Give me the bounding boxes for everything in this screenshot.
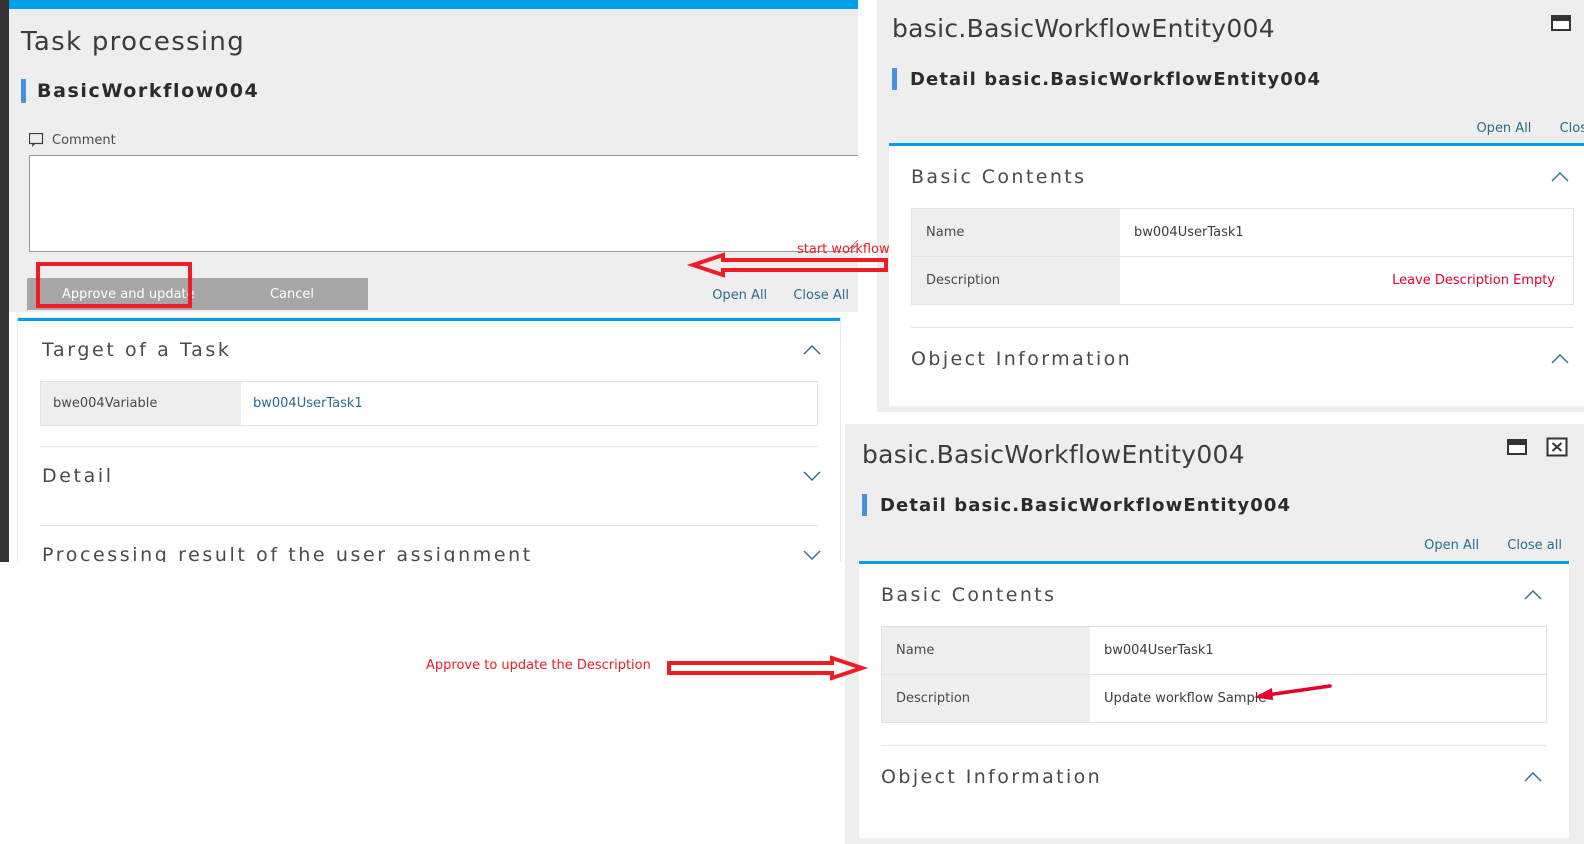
left-rail (0, 0, 9, 562)
section-title: Target of a Task (42, 339, 232, 361)
dialog-subtitle: Detail basic.BasicWorkflowEntity004 (910, 68, 1322, 90)
workflow-name: BasicWorkflow004 (37, 80, 260, 102)
open-all-link[interactable]: Open All (1424, 538, 1479, 553)
chevron-up-icon[interactable] (1550, 353, 1570, 365)
table-row: Description Update workflow Sample (881, 675, 1547, 723)
comment-input[interactable] (30, 156, 858, 251)
row-value[interactable]: bw004UserTask1 (241, 382, 817, 425)
detail-dialog-top: basic.BasicWorkflowEntity004 Detail basi… (877, 0, 1584, 412)
task-expand-links: Open All Close All (9, 288, 849, 303)
dialog-sections-card: Basic Contents Name bw004UserTask1 Descr… (889, 143, 1584, 406)
row-key: Description (912, 257, 1120, 304)
section-header-processing-result[interactable]: Processing result of the user assignment (18, 526, 840, 562)
detail-dialog-bottom: basic.BasicWorkflowEntity004 Detail basi… (845, 424, 1584, 844)
dialog-subtitle-block: Detail basic.BasicWorkflowEntity004 (892, 68, 1321, 90)
dialog-expand-links: Open All Clos (1452, 121, 1584, 136)
top-accent-bar (9, 0, 858, 9)
section-header-detail[interactable]: Detail (18, 447, 840, 505)
row-key: Description (882, 675, 1090, 722)
open-all-link[interactable]: Open All (1476, 121, 1531, 136)
page-title: Task processing (21, 27, 245, 57)
section-header-object-information[interactable]: Object Information (889, 328, 1584, 390)
section-title: Object Information (911, 348, 1133, 370)
close-all-link[interactable]: Close All (793, 288, 849, 303)
block-arrow-left-icon (686, 252, 888, 278)
close-all-link[interactable]: Clos (1560, 121, 1584, 136)
row-key: Name (882, 627, 1090, 674)
row-key: Name (912, 209, 1120, 256)
dialog-title: basic.BasicWorkflowEntity004 (862, 440, 1245, 469)
speech-bubble-icon (29, 133, 44, 147)
annotation-approve-update-label: Approve to update the Description (426, 658, 651, 673)
row-value[interactable]: bw004UserTask1 (1090, 627, 1546, 674)
section-header-basic-contents[interactable]: Basic Contents (889, 146, 1584, 208)
section-title: Basic Contents (911, 166, 1087, 188)
screenshot-root: Task processing BasicWorkflow004 Comment (0, 0, 1584, 844)
section-title: Detail (42, 465, 114, 487)
chevron-up-icon[interactable] (802, 344, 822, 356)
restore-window-icon[interactable] (1550, 13, 1572, 33)
section-header-object-information[interactable]: Object Information (859, 746, 1569, 808)
description-empty-note: Leave Description Empty (1392, 273, 1555, 288)
section-header-basic-contents[interactable]: Basic Contents (859, 564, 1569, 626)
dialog-expand-links: Open All Close all (1400, 538, 1562, 553)
chevron-down-icon[interactable] (802, 549, 822, 561)
table-row: bwe004Variable bw004UserTask1 (40, 381, 818, 426)
restore-window-icon[interactable] (1506, 437, 1528, 457)
accent-bar (862, 494, 867, 516)
open-all-link[interactable]: Open All (712, 288, 767, 303)
chevron-up-icon[interactable] (1550, 171, 1570, 183)
comment-label: Comment (52, 133, 116, 148)
table-row: Description Leave Description Empty (911, 257, 1574, 305)
section-title: Object Information (881, 766, 1103, 788)
task-sections-card: Target of a Task bwe004Variable bw004Use… (18, 318, 840, 562)
section-header-target-of-a-task[interactable]: Target of a Task (18, 321, 840, 379)
section-title: Processing result of the user assignment (42, 544, 533, 562)
table-row: Name bw004UserTask1 (911, 208, 1574, 257)
dialog-subtitle: Detail basic.BasicWorkflowEntity004 (880, 494, 1292, 516)
workflow-name-block: BasicWorkflow004 (21, 79, 259, 103)
chevron-up-icon[interactable] (1523, 589, 1543, 601)
chevron-down-icon[interactable] (802, 470, 822, 482)
thin-arrow-left-icon (1254, 684, 1332, 700)
section-title: Basic Contents (881, 584, 1057, 606)
row-value[interactable]: Leave Description Empty (1120, 257, 1573, 304)
dialog-sections-card: Basic Contents Name bw004UserTask1 Descr… (859, 561, 1569, 838)
close-all-link[interactable]: Close all (1507, 538, 1562, 553)
task-processing-panel: Task processing BasicWorkflow004 Comment (0, 0, 858, 562)
table-row: Name bw004UserTask1 (881, 626, 1547, 675)
comment-textarea-wrapper[interactable] (29, 155, 858, 252)
row-key: bwe004Variable (41, 382, 241, 425)
accent-bar (892, 68, 897, 90)
block-arrow-right-icon (667, 655, 869, 681)
chevron-up-icon[interactable] (1523, 771, 1543, 783)
row-value[interactable]: bw004UserTask1 (1120, 209, 1573, 256)
dialog-subtitle-block: Detail basic.BasicWorkflowEntity004 (862, 494, 1291, 516)
close-window-icon[interactable] (1546, 437, 1568, 457)
dialog-title: basic.BasicWorkflowEntity004 (892, 14, 1275, 43)
comment-label-row: Comment (29, 133, 116, 148)
accent-bar (21, 79, 26, 103)
